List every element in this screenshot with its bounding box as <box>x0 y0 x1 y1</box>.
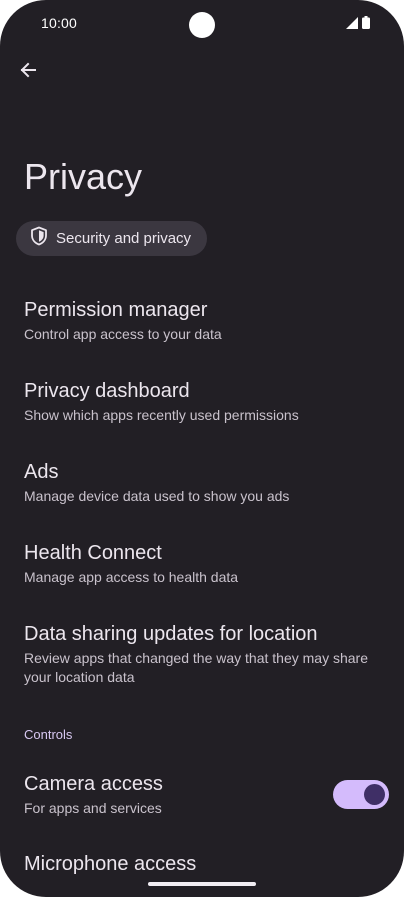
item-subtitle: Manage device data used to show you ads <box>24 488 290 504</box>
status-time: 10:00 <box>41 15 78 31</box>
item-title: Ads <box>24 461 59 483</box>
section-header-controls: Controls <box>24 727 73 742</box>
shield-icon <box>30 226 48 251</box>
item-title: Privacy dashboard <box>24 380 190 402</box>
list-item-data-sharing-updates[interactable]: Data sharing updates for location Review… <box>24 621 384 687</box>
arrow-back-icon <box>19 61 37 84</box>
item-title: Data sharing updates for location <box>24 623 318 645</box>
phone-screen: 10:00 Privacy Security and privacy Permi… <box>0 0 404 897</box>
item-subtitle: For apps and services <box>24 800 162 816</box>
item-title: Microphone access <box>24 853 197 875</box>
item-subtitle: Show which apps recently used permission… <box>24 407 299 423</box>
item-subtitle: Manage app access to health data <box>24 569 239 585</box>
status-icons <box>346 16 370 34</box>
breadcrumb-security-privacy[interactable]: Security and privacy <box>16 221 208 256</box>
list-item-ads[interactable]: Ads Manage device data used to show you … <box>24 459 384 506</box>
breadcrumb-label: Security and privacy <box>56 230 192 247</box>
toggle-thumb <box>364 784 385 805</box>
list-item-permission-manager[interactable]: Permission manager Control app access to… <box>24 297 384 344</box>
list-item-privacy-dashboard[interactable]: Privacy dashboard Show which apps recent… <box>24 378 384 425</box>
list-item-camera-access[interactable]: Camera access For apps and services <box>24 771 314 818</box>
item-title: Health Connect <box>24 542 162 564</box>
item-subtitle: Review apps that changed the way that th… <box>24 650 368 685</box>
camera-cutout <box>189 12 215 38</box>
signal-icon <box>346 16 358 34</box>
item-subtitle: Control app access to your data <box>24 326 222 342</box>
back-button[interactable] <box>12 56 44 88</box>
item-title: Permission manager <box>24 299 208 321</box>
gesture-nav-handle[interactable] <box>148 882 256 886</box>
list-item-microphone-access[interactable]: Microphone access <box>24 851 384 877</box>
item-title: Camera access <box>24 773 163 795</box>
status-bar: 10:00 <box>0 0 404 44</box>
page-title: Privacy <box>24 156 143 197</box>
battery-icon <box>362 16 370 34</box>
camera-access-toggle[interactable] <box>333 780 389 809</box>
list-item-health-connect[interactable]: Health Connect Manage app access to heal… <box>24 540 384 587</box>
